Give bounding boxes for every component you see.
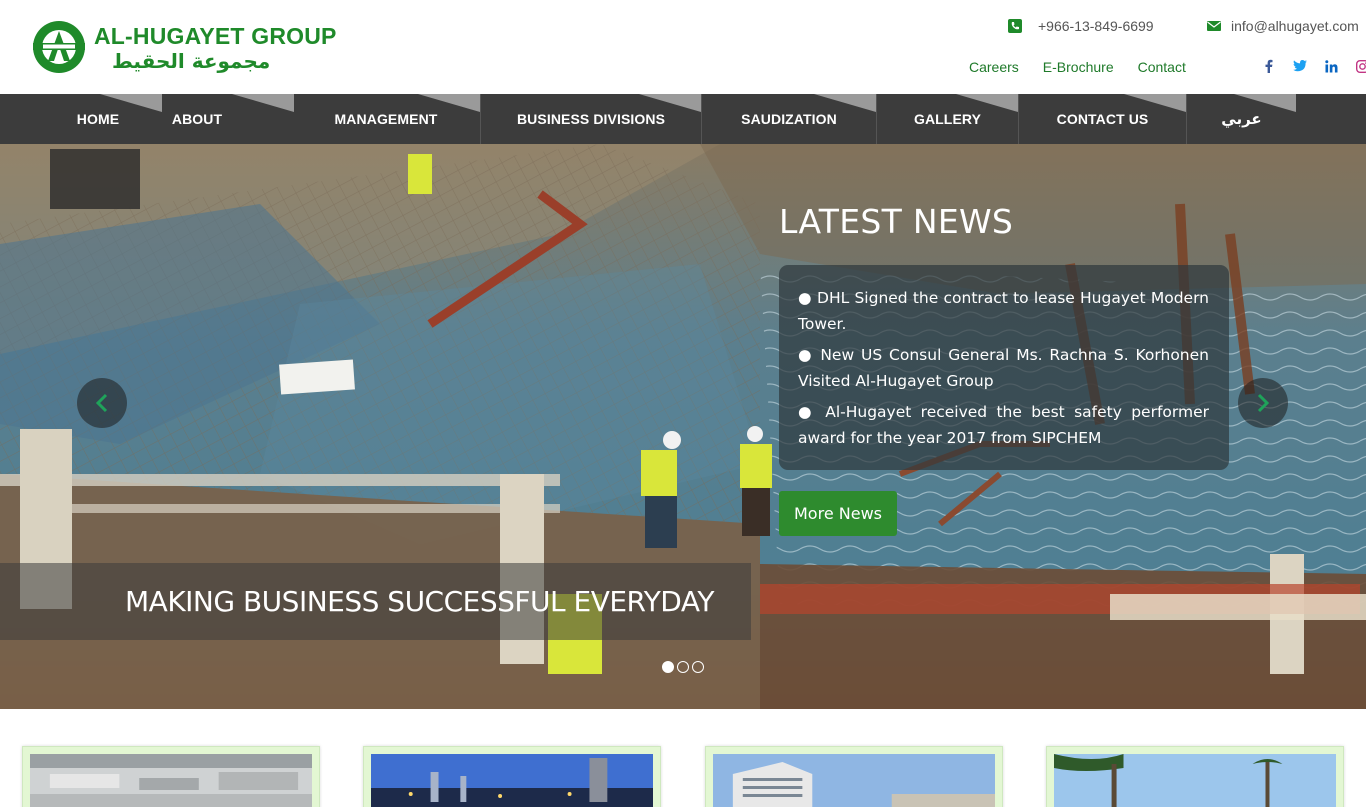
- nav-about-label: ABOUT: [171, 111, 223, 127]
- nav-home-label: HOME: [76, 111, 120, 127]
- chevron-left-icon: [95, 393, 108, 413]
- news-item[interactable]: ● New US Consul General Ms. Rachna S. Ko…: [798, 342, 1209, 394]
- division-card[interactable]: [22, 746, 320, 807]
- brand-name-en: AL-HUGAYET GROUP: [94, 23, 337, 49]
- hero-tagline: MAKING BUSINESS SUCCESSFUL EVERYDAY: [125, 585, 714, 618]
- envelope-icon: [1207, 21, 1221, 31]
- social-links: [1262, 58, 1366, 74]
- news-item[interactable]: ● Al-Hugayet received the best safety pe…: [798, 399, 1209, 451]
- phone-icon: [1008, 19, 1022, 33]
- more-news-button[interactable]: More News: [779, 491, 897, 536]
- slider-dots: [662, 661, 704, 673]
- link-careers[interactable]: Careers: [969, 59, 1019, 75]
- nav-contact-us-label: CONTACT US: [1056, 111, 1149, 127]
- latest-news-panel: ● DHL Signed the contract to lease Hugay…: [779, 265, 1229, 470]
- chevron-right-icon: [1257, 393, 1270, 413]
- nav-business-divisions[interactable]: BUSINESS DIVISIONS: [480, 94, 701, 144]
- link-e-brochure[interactable]: E-Brochure: [1043, 59, 1114, 75]
- division-card[interactable]: [705, 746, 1003, 807]
- news-item[interactable]: ● DHL Signed the contract to lease Hugay…: [798, 285, 1209, 337]
- nav-saudization[interactable]: SAUDIZATION: [701, 94, 876, 144]
- nav-gallery-label: GALLERY: [913, 111, 982, 127]
- nav-gallery[interactable]: GALLERY: [876, 94, 1018, 144]
- link-contact[interactable]: Contact: [1138, 59, 1186, 75]
- phone-contact[interactable]: +966-13-849-6699: [1008, 16, 1154, 36]
- slider-next-button[interactable]: [1238, 378, 1288, 428]
- phone-number: +966-13-849-6699: [1038, 18, 1154, 34]
- nav-corner-decoration: [232, 94, 294, 112]
- nav-saudization-label: SAUDIZATION: [741, 111, 837, 127]
- instagram-icon[interactable]: [1355, 58, 1366, 74]
- email-address: info@alhugayet.com: [1231, 18, 1359, 34]
- palm-trees-image: [1054, 754, 1336, 807]
- twitter-icon[interactable]: [1293, 58, 1307, 74]
- warehouse-image: [30, 754, 312, 807]
- nav-corner-decoration: [100, 94, 162, 112]
- logo-mark-icon: [33, 21, 85, 73]
- nav-corner-decoration: [1234, 94, 1296, 112]
- nav-corner-decoration: [418, 94, 480, 112]
- nav-corner-decoration: [814, 94, 876, 112]
- nav-corner-decoration: [956, 94, 1018, 112]
- nav-contact-us[interactable]: CONTACT US: [1018, 94, 1186, 144]
- slider-dot-2[interactable]: [677, 661, 689, 673]
- hero-slider: LATEST NEWS ● DHL Signed the contract to…: [0, 144, 1366, 709]
- nav-home[interactable]: HOME: [0, 94, 162, 144]
- site-header: AL-HUGAYET GROUP مجموعة الحقيط +966-13-8…: [0, 0, 1366, 94]
- division-card[interactable]: [1046, 746, 1344, 807]
- nav-corner-decoration: [1124, 94, 1186, 112]
- nav-corner-decoration: [639, 94, 701, 112]
- nav-management-label: MANAGEMENT: [334, 111, 438, 127]
- brand-name-ar: مجموعة الحقيط: [112, 49, 271, 73]
- top-links: Careers E-Brochure Contact: [969, 59, 1186, 75]
- slider-dot-1[interactable]: [662, 661, 674, 673]
- slider-prev-button[interactable]: [77, 378, 127, 428]
- main-nav: HOME ABOUT MANAGEMENT BUSINESS DIVISIONS…: [0, 94, 1366, 144]
- division-card[interactable]: [363, 746, 661, 807]
- email-contact[interactable]: info@alhugayet.com: [1207, 16, 1359, 36]
- facebook-icon[interactable]: [1262, 58, 1276, 74]
- tagline-band: MAKING BUSINESS SUCCESSFUL EVERYDAY: [0, 563, 751, 640]
- nav-management[interactable]: MANAGEMENT: [294, 94, 480, 144]
- nav-arabic-label: عربي: [1221, 110, 1262, 128]
- industrial-plant-image: [371, 754, 653, 807]
- nav-arabic[interactable]: عربي: [1186, 94, 1296, 144]
- linkedin-icon[interactable]: [1324, 58, 1338, 74]
- nav-about[interactable]: ABOUT: [162, 94, 294, 144]
- brand-logo[interactable]: AL-HUGAYET GROUP مجموعة الحقيط: [30, 17, 350, 77]
- slider-dot-3[interactable]: [692, 661, 704, 673]
- tower-building-image: [713, 754, 995, 807]
- nav-business-divisions-label: BUSINESS DIVISIONS: [516, 111, 666, 127]
- latest-news-heading: LATEST NEWS: [779, 202, 1014, 241]
- division-cards: [0, 709, 1366, 807]
